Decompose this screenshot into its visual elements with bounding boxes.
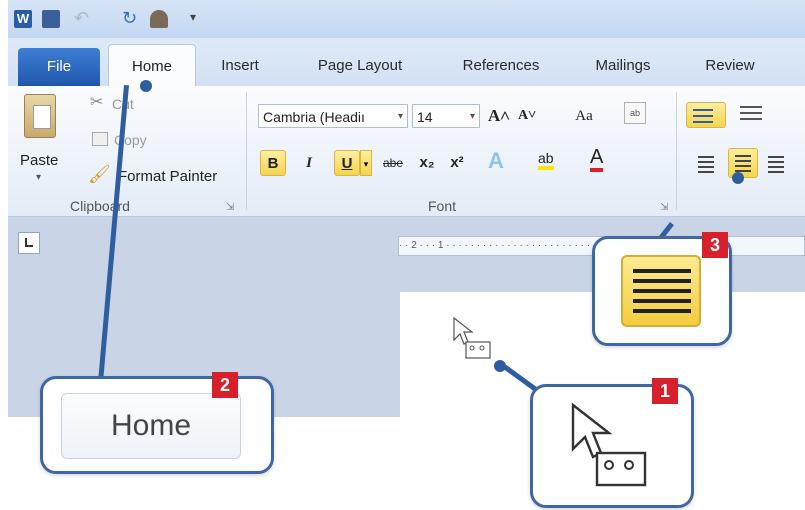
home-tab-zoom-callout: Home	[40, 376, 274, 474]
cursor-icon	[452, 316, 498, 371]
word-app-icon: W	[14, 10, 32, 28]
cut-icon: ✂	[90, 94, 104, 111]
customize-qat-icon[interactable]: ▾	[190, 10, 196, 24]
connector-dot	[494, 360, 506, 372]
connector-dot	[732, 172, 744, 184]
chevron-down-icon[interactable]: ▾	[470, 105, 475, 129]
save-icon[interactable]	[42, 10, 60, 28]
strikethrough-button[interactable]: abe	[376, 150, 410, 176]
tab-selector-button[interactable]	[18, 232, 40, 254]
drag-cursor-icon	[571, 402, 647, 487]
format-painter-icon: 🖌	[88, 164, 111, 184]
home-tab-zoom-label: Home	[61, 393, 241, 459]
font-name-value: Cambria (Headiı	[263, 109, 365, 125]
font-launcher-icon[interactable]: ⇲	[660, 202, 668, 213]
redo-icon[interactable]: ↻	[122, 8, 137, 29]
group-divider	[246, 92, 247, 210]
font-group-label: Font	[428, 198, 457, 214]
tab-insert[interactable]: Insert	[210, 46, 270, 86]
step-badge-1: 1	[652, 378, 678, 404]
grow-font-button[interactable]: A˄	[486, 103, 512, 129]
bold-button[interactable]: B	[260, 150, 286, 176]
tab-file[interactable]: File	[18, 48, 100, 86]
italic-button[interactable]: I	[296, 150, 322, 176]
underline-button[interactable]: U	[334, 150, 360, 176]
text-effects-icon[interactable]: A	[488, 148, 504, 174]
connector-dot	[140, 80, 152, 92]
align-right-icon[interactable]	[768, 156, 784, 158]
shrink-font-button[interactable]: A˅	[514, 103, 540, 129]
tab-page-layout[interactable]: Page Layout	[300, 46, 420, 86]
clipboard-group-label: Clipboard	[70, 198, 130, 214]
numbering-icon[interactable]	[740, 106, 762, 108]
font-color-icon[interactable]: A	[590, 146, 604, 172]
chevron-down-icon[interactable]: ▾	[398, 105, 403, 129]
superscript-button[interactable]: x²	[444, 150, 470, 176]
paste-icon	[24, 94, 56, 138]
tab-home[interactable]: Home	[108, 44, 196, 89]
bullets-button[interactable]	[686, 102, 726, 128]
underline-dropdown-icon[interactable]: ▾	[360, 150, 372, 176]
group-divider	[676, 92, 677, 210]
paste-dropdown-icon[interactable]: ▾	[36, 172, 41, 183]
step-badge-2: 2	[212, 372, 238, 398]
font-size-value: 14	[417, 109, 433, 125]
highlight-color-icon[interactable]: ab	[538, 150, 554, 170]
align-left-icon[interactable]	[698, 156, 714, 158]
tab-references[interactable]: References	[446, 46, 556, 86]
step-badge-3: 3	[702, 232, 728, 258]
tab-mailings[interactable]: Mailings	[578, 46, 668, 86]
tab-review[interactable]: Review	[690, 46, 770, 86]
align-center-zoom-icon	[621, 255, 701, 327]
user-icon[interactable]	[150, 10, 168, 28]
undo-icon[interactable]: ↶	[74, 8, 89, 29]
font-name-combo[interactable]: Cambria (Headiı ▾	[258, 104, 408, 128]
copy-icon	[92, 132, 108, 146]
font-size-combo[interactable]: 14 ▾	[412, 104, 480, 128]
clipboard-launcher-icon[interactable]: ⇲	[226, 202, 234, 213]
clear-formatting-icon[interactable]: ab	[624, 102, 646, 124]
subscript-button[interactable]: x₂	[414, 150, 440, 176]
paste-button[interactable]: Paste	[20, 152, 58, 169]
change-case-button[interactable]: Aa	[566, 103, 602, 129]
format-painter-button[interactable]: Format Painter	[118, 168, 217, 185]
